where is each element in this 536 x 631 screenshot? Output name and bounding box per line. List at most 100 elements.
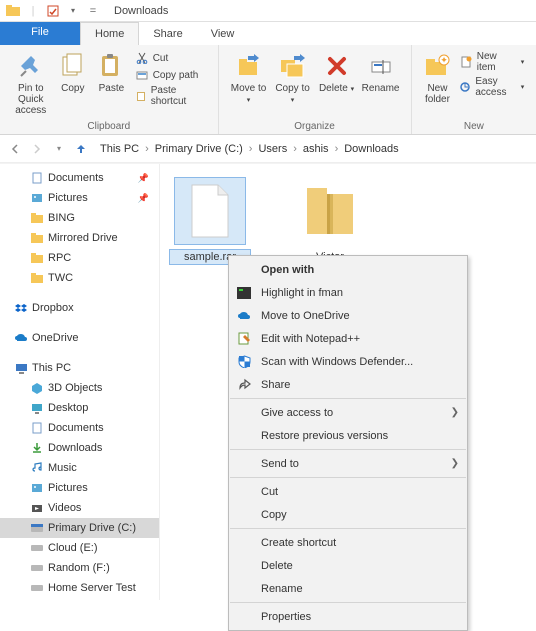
sidebar-item-cloud[interactable]: Cloud (E:) bbox=[0, 538, 159, 558]
defender-icon bbox=[235, 354, 253, 370]
qat-dropdown-icon[interactable]: ▾ bbox=[64, 2, 82, 20]
window-title: Downloads bbox=[114, 5, 168, 17]
tab-share[interactable]: Share bbox=[139, 22, 196, 45]
sidebar-item-pictures[interactable]: Pictures bbox=[0, 478, 159, 498]
ctx-label: Highlight in fman bbox=[261, 287, 459, 299]
breadcrumb-seg-3[interactable]: Downloads bbox=[340, 141, 402, 157]
sidebar-item-dropbox[interactable]: Dropbox bbox=[0, 298, 159, 318]
breadcrumb[interactable]: This PC › Primary Drive (C:) › Users › a… bbox=[96, 141, 403, 157]
nav-up-button[interactable] bbox=[72, 140, 90, 158]
ctx-cut[interactable]: Cut bbox=[229, 480, 467, 503]
copy-button[interactable]: Copy bbox=[54, 49, 93, 96]
new-folder-button[interactable]: ✦ New folder bbox=[420, 49, 456, 107]
sidebar-item-label: Videos bbox=[48, 502, 81, 514]
breadcrumb-seg-2[interactable]: ashis bbox=[299, 141, 333, 157]
ctx-label: Delete bbox=[261, 560, 459, 572]
ctx-properties[interactable]: Properties bbox=[229, 605, 467, 628]
cut-button[interactable]: Cut bbox=[135, 51, 206, 65]
qat-overflow[interactable]: = bbox=[84, 2, 102, 20]
sidebar-item-onedrive[interactable]: OneDrive bbox=[0, 328, 159, 348]
ctx-restore[interactable]: Restore previous versions bbox=[229, 424, 467, 447]
nav-back-button[interactable] bbox=[6, 140, 24, 158]
sidebar-item-label: Primary Drive (C:) bbox=[48, 522, 136, 534]
sidebar-item-mirrored-drive[interactable]: Mirrored Drive bbox=[0, 228, 159, 248]
ctx-highlight-fman[interactable]: Highlight in fman bbox=[229, 281, 467, 304]
pin-icon bbox=[16, 51, 46, 81]
sidebar-item-desktop[interactable]: Desktop bbox=[0, 398, 159, 418]
file-item-sample[interactable]: sample.rar bbox=[170, 178, 250, 264]
sidebar-item-label: Downloads bbox=[48, 442, 102, 454]
downloads-icon bbox=[30, 441, 44, 455]
sidebar-item-label: Home Server Test bbox=[48, 582, 136, 594]
ctx-label: Cut bbox=[261, 486, 459, 498]
ctx-delete[interactable]: Delete bbox=[229, 554, 467, 577]
sidebar-item-bing[interactable]: BING bbox=[0, 208, 159, 228]
ribbon-group-organize: Move to ▾ Copy to ▾ Delete ▾ Rename bbox=[219, 45, 412, 134]
ctx-copy[interactable]: Copy bbox=[229, 503, 467, 526]
ctx-give-access[interactable]: Give access to ❯ bbox=[229, 401, 467, 424]
sidebar-item-music[interactable]: Music bbox=[0, 458, 159, 478]
ctx-rename[interactable]: Rename bbox=[229, 577, 467, 600]
paste-button[interactable]: Paste bbox=[92, 49, 131, 96]
document-icon bbox=[30, 171, 44, 185]
sidebar-item-primary-drive[interactable]: Primary Drive (C:) bbox=[0, 518, 159, 538]
file-item-victor[interactable]: Victor bbox=[290, 178, 370, 264]
sidebar-item-documents[interactable]: Documents 📌 bbox=[0, 168, 159, 188]
title-bar: | ▾ = Downloads bbox=[0, 0, 536, 22]
paste-label: Paste bbox=[99, 83, 125, 94]
new-item-icon bbox=[459, 55, 472, 69]
sidebar-item-3d-objects[interactable]: 3D Objects bbox=[0, 378, 159, 398]
ctx-open-with[interactable]: Open with bbox=[229, 258, 467, 281]
sidebar-item-random[interactable]: Random (F:) bbox=[0, 558, 159, 578]
sidebar-item-twc[interactable]: TWC bbox=[0, 268, 159, 288]
ctx-separator bbox=[230, 449, 466, 450]
sidebar-item-documents[interactable]: Documents bbox=[0, 418, 159, 438]
ctx-create-shortcut[interactable]: Create shortcut bbox=[229, 531, 467, 554]
copy-to-icon bbox=[278, 51, 308, 81]
easy-access-button[interactable]: Easy access ▾ bbox=[459, 76, 524, 98]
sidebar-item-this-pc[interactable]: This PC bbox=[0, 358, 159, 378]
ctx-label: Send to bbox=[261, 458, 443, 470]
music-icon bbox=[30, 461, 44, 475]
breadcrumb-seg-1[interactable]: Users bbox=[254, 141, 291, 157]
ctx-label: Restore previous versions bbox=[261, 430, 459, 442]
tab-home[interactable]: Home bbox=[80, 22, 139, 45]
sidebar-item-label: TWC bbox=[48, 272, 73, 284]
ctx-move-onedrive[interactable]: Move to OneDrive bbox=[229, 304, 467, 327]
nav-recent-dropdown[interactable]: ▾ bbox=[50, 140, 68, 158]
copy-path-button[interactable]: Copy path bbox=[135, 68, 206, 82]
new-item-button[interactable]: New item ▾ bbox=[459, 51, 524, 73]
ctx-scan-defender[interactable]: Scan with Windows Defender... bbox=[229, 350, 467, 373]
pinned-icon: 📌 bbox=[138, 173, 155, 184]
chevron-right-icon: › bbox=[335, 143, 339, 155]
sidebar-item-home-server[interactable]: Home Server Test bbox=[0, 578, 159, 598]
rename-button[interactable]: Rename bbox=[359, 49, 403, 96]
pin-to-quick-access-button[interactable]: Pin to Quick access bbox=[8, 49, 54, 118]
tab-view[interactable]: View bbox=[197, 22, 249, 45]
menu-bar: File Home Share View bbox=[0, 22, 536, 45]
sidebar-item-label: Dropbox bbox=[32, 302, 74, 314]
nav-forward-button[interactable] bbox=[28, 140, 46, 158]
easy-access-label: Easy access bbox=[475, 76, 516, 98]
paste-shortcut-button[interactable]: Paste shortcut bbox=[135, 85, 206, 107]
sidebar-item-pictures[interactable]: Pictures 📌 bbox=[0, 188, 159, 208]
sidebar-item-videos[interactable]: Videos bbox=[0, 498, 159, 518]
move-to-button[interactable]: Move to ▾ bbox=[227, 49, 271, 107]
breadcrumb-seg-0[interactable]: Primary Drive (C:) bbox=[151, 141, 247, 157]
ctx-send-to[interactable]: Send to ❯ bbox=[229, 452, 467, 475]
ctx-share[interactable]: Share bbox=[229, 373, 467, 396]
tab-file[interactable]: File bbox=[0, 22, 80, 45]
file-thumbnail bbox=[295, 178, 365, 244]
videos-icon bbox=[30, 501, 44, 515]
breadcrumb-root[interactable]: This PC bbox=[96, 141, 143, 157]
ctx-edit-notepad[interactable]: Edit with Notepad++ bbox=[229, 327, 467, 350]
ctx-label: Properties bbox=[261, 611, 459, 623]
sidebar-item-rpc[interactable]: RPC bbox=[0, 248, 159, 268]
sidebar-item-downloads[interactable]: Downloads bbox=[0, 438, 159, 458]
sidebar-item-label: This PC bbox=[32, 362, 71, 374]
easy-access-icon bbox=[459, 80, 471, 94]
properties-icon[interactable] bbox=[44, 2, 62, 20]
copy-to-button[interactable]: Copy to ▾ bbox=[271, 49, 315, 107]
delete-button[interactable]: Delete ▾ bbox=[315, 49, 359, 96]
dropbox-icon bbox=[14, 301, 28, 315]
